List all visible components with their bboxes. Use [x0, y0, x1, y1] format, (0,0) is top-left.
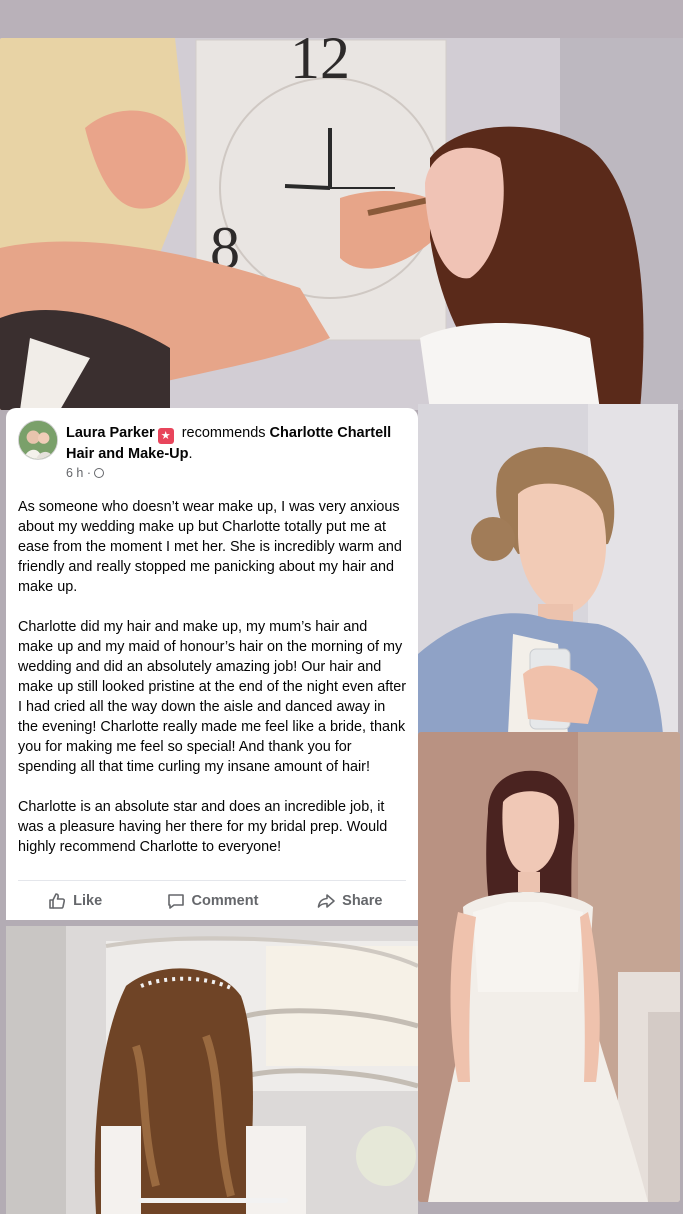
actions-divider [18, 880, 406, 881]
bride-updo-photo [418, 404, 678, 734]
post-header-text: Laura Parker ★ recommends Charlotte Chart… [66, 420, 406, 481]
recommends-text: recommends [181, 425, 266, 441]
post-meta: 6 h · [66, 465, 406, 481]
business-suffix: . [188, 446, 193, 462]
globe-icon [94, 468, 105, 478]
like-icon [49, 893, 66, 909]
makeup-application-photo: 12 8 [0, 38, 683, 410]
home-indicator[interactable] [138, 1198, 288, 1203]
author-name[interactable]: Laura Parker [66, 425, 155, 441]
svg-text:12: 12 [290, 38, 350, 91]
recommendation-post-card: Laura Parker ★ recommends Charlotte Chart… [6, 408, 418, 920]
post-header: Laura Parker ★ recommends Charlotte Chart… [18, 420, 406, 481]
bride-dress-photo [418, 732, 680, 1202]
comment-icon [167, 894, 184, 909]
recommend-badge-icon: ★ [157, 428, 174, 444]
post-paragraph: Charlotte did my hair and make up, my mu… [18, 619, 406, 775]
like-button[interactable]: Like [6, 886, 143, 916]
comment-label: Comment [191, 893, 259, 909]
like-label: Like [73, 893, 103, 909]
post-actions: Like Comment Share [6, 886, 418, 916]
avatar[interactable] [18, 420, 58, 460]
bride-curls-photo [6, 926, 418, 1214]
share-button[interactable]: Share [281, 886, 418, 916]
share-label: Share [342, 893, 383, 909]
post-paragraph: As someone who doesn’t wear make up, I w… [18, 499, 402, 595]
post-paragraph: Charlotte is an absolute star and does a… [18, 799, 388, 855]
post-body: As someone who doesn’t wear make up, I w… [18, 497, 406, 857]
post-time[interactable]: 6 h · [66, 466, 91, 480]
comment-button[interactable]: Comment [143, 886, 280, 916]
share-icon [317, 894, 335, 908]
